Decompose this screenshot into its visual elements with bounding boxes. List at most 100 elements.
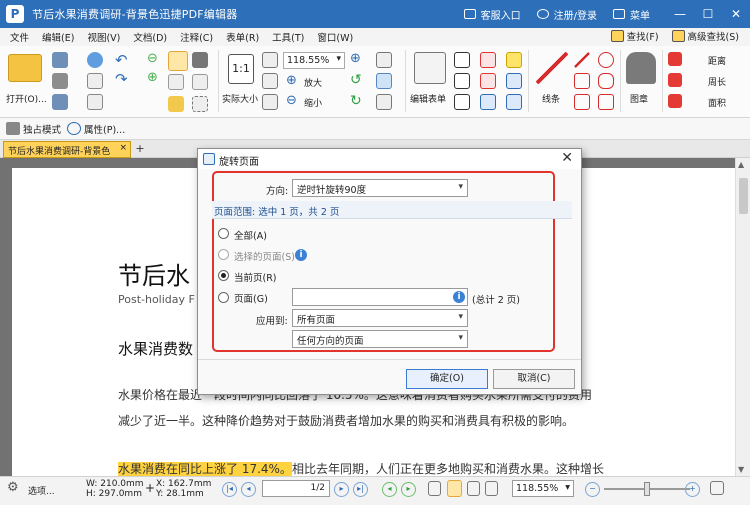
- distance-icon[interactable]: [668, 52, 682, 66]
- find-button[interactable]: 查找(F): [605, 29, 665, 43]
- status-zoom-out-button[interactable]: −: [585, 482, 600, 497]
- cloud-shape-icon[interactable]: [598, 73, 614, 89]
- menu-document[interactable]: 文档(D): [127, 30, 173, 44]
- two-page-icon[interactable]: [467, 481, 480, 496]
- circle-icon[interactable]: [598, 52, 614, 68]
- orientation-select[interactable]: 任何方向的页面: [292, 330, 468, 348]
- first-page-button[interactable]: |◂: [222, 482, 237, 497]
- login-button[interactable]: 注册/登录: [536, 7, 597, 22]
- camera-icon[interactable]: [192, 52, 208, 68]
- image-add-icon[interactable]: [376, 73, 392, 89]
- link-add-icon[interactable]: [376, 94, 392, 110]
- advanced-find-button[interactable]: 高级查找(S): [666, 29, 745, 43]
- perimeter-button[interactable]: 周长: [708, 75, 726, 88]
- radio-selected-label[interactable]: 选择的页面(S): [234, 249, 295, 263]
- marquee-icon[interactable]: [192, 96, 208, 112]
- maximize-button[interactable]: ☐: [694, 0, 722, 28]
- undo-icon[interactable]: ↶: [115, 51, 128, 69]
- stamp-icon[interactable]: [626, 52, 656, 84]
- menu-view[interactable]: 视图(V): [81, 30, 126, 44]
- zoom-tool-icon[interactable]: ⊕: [350, 51, 361, 66]
- zoom-select[interactable]: 118.55%: [283, 52, 345, 69]
- vertical-scrollbar[interactable]: ▲ ▼: [735, 158, 750, 476]
- radio-selected-pages[interactable]: [218, 249, 229, 260]
- text-add-icon[interactable]: [376, 52, 392, 68]
- hand-tool-icon[interactable]: [168, 51, 188, 71]
- radio-all-label[interactable]: 全部(A): [234, 228, 267, 242]
- radio-current-label[interactable]: 当前页(R): [234, 270, 277, 284]
- redo-icon[interactable]: ↷: [115, 70, 128, 88]
- menu-edit[interactable]: 编辑(E): [36, 30, 80, 44]
- status-zoom-in-button[interactable]: +: [685, 482, 700, 497]
- prev-page-button[interactable]: ◂: [241, 482, 256, 497]
- zoom-in-icon[interactable]: ⊕: [286, 73, 297, 88]
- menu-button[interactable]: 菜单: [613, 7, 650, 22]
- radio-all[interactable]: [218, 228, 229, 239]
- exclusive-mode-button[interactable]: 独占模式: [6, 122, 61, 136]
- next-page-button[interactable]: ▸: [334, 482, 349, 497]
- rotate-cw-icon[interactable]: ↻: [350, 93, 362, 109]
- distance-button[interactable]: 距离: [708, 54, 726, 67]
- fit-visible-icon[interactable]: [262, 94, 278, 110]
- text-box-icon[interactable]: [454, 73, 470, 89]
- edit-form-button[interactable]: 编辑表单: [410, 92, 446, 105]
- cloud-icon[interactable]: [87, 52, 103, 68]
- history-back-button[interactable]: ◂: [382, 482, 397, 497]
- stamp-button[interactable]: 图章: [630, 92, 648, 105]
- print-icon[interactable]: [52, 73, 68, 89]
- select-text-icon[interactable]: [168, 74, 184, 90]
- save-icon[interactable]: [52, 52, 68, 68]
- dialog-close-button[interactable]: ✕: [561, 150, 573, 166]
- menu-file[interactable]: 文件: [4, 30, 35, 44]
- highlight-annotation[interactable]: 水果消费在同比上涨了 17.4%。: [118, 462, 292, 476]
- page-icon[interactable]: [87, 94, 103, 110]
- fullscreen-icon[interactable]: [710, 481, 724, 495]
- radio-current-page[interactable]: [218, 270, 229, 281]
- last-page-button[interactable]: ▸|: [353, 482, 368, 497]
- menu-form[interactable]: 表单(R): [220, 30, 265, 44]
- properties-button[interactable]: 属性(P)...: [67, 122, 125, 136]
- zoom-in-button[interactable]: 放大: [304, 76, 322, 89]
- cancel-button[interactable]: 取消(C): [493, 369, 575, 389]
- actual-size-icon[interactable]: 1:1: [228, 54, 254, 84]
- actual-size-button[interactable]: 实际大小: [222, 92, 258, 105]
- rotate-ccw-icon[interactable]: ↺: [350, 72, 362, 88]
- two-page-continuous-icon[interactable]: [485, 481, 498, 496]
- close-tab-icon[interactable]: ×: [119, 143, 127, 153]
- perimeter-icon[interactable]: [668, 73, 682, 87]
- fit-width-icon[interactable]: [262, 73, 278, 89]
- document-tab[interactable]: 节后水果消费调研-背景色 ×: [3, 141, 131, 158]
- page-number-input[interactable]: 1/2: [262, 480, 330, 497]
- fit-page-icon[interactable]: [262, 52, 278, 68]
- rectangle-icon[interactable]: [574, 94, 590, 110]
- scroll-up-icon[interactable]: ▲: [738, 160, 744, 169]
- crop-icon[interactable]: [192, 74, 208, 90]
- zoom-out-button[interactable]: 缩小: [304, 96, 322, 109]
- line-tool-icon[interactable]: [536, 52, 568, 84]
- apply-to-select[interactable]: 所有页面: [292, 309, 468, 327]
- polygon-icon[interactable]: [574, 73, 590, 89]
- note-icon[interactable]: [506, 52, 522, 68]
- pages-input[interactable]: [292, 288, 468, 306]
- snapshot-icon[interactable]: [168, 96, 184, 112]
- line-button[interactable]: 线条: [542, 92, 560, 105]
- text-field-icon[interactable]: [454, 52, 470, 68]
- text-annot-icon[interactable]: [480, 73, 496, 89]
- radio-pages-label[interactable]: 页面(G): [234, 291, 268, 305]
- gear-icon[interactable]: ⚙: [7, 480, 19, 495]
- open-button[interactable]: 打开(O)...: [6, 92, 47, 105]
- typewriter-icon[interactable]: [480, 52, 496, 68]
- minimize-button[interactable]: —: [666, 0, 694, 28]
- text-edit-icon[interactable]: [480, 94, 496, 110]
- export-icon[interactable]: [52, 94, 68, 110]
- area-icon[interactable]: [668, 94, 682, 108]
- close-window-button[interactable]: ✕: [722, 0, 750, 28]
- menu-tools[interactable]: 工具(T): [266, 30, 310, 44]
- forward-icon[interactable]: ⊕: [147, 70, 158, 85]
- area-button[interactable]: 面积: [708, 96, 726, 109]
- history-forward-button[interactable]: ▸: [401, 482, 416, 497]
- add-tab-button[interactable]: +: [134, 143, 146, 155]
- radio-pages[interactable]: [218, 292, 229, 303]
- options-button[interactable]: 选项...: [28, 484, 55, 497]
- scroll-down-icon[interactable]: ▼: [738, 465, 744, 474]
